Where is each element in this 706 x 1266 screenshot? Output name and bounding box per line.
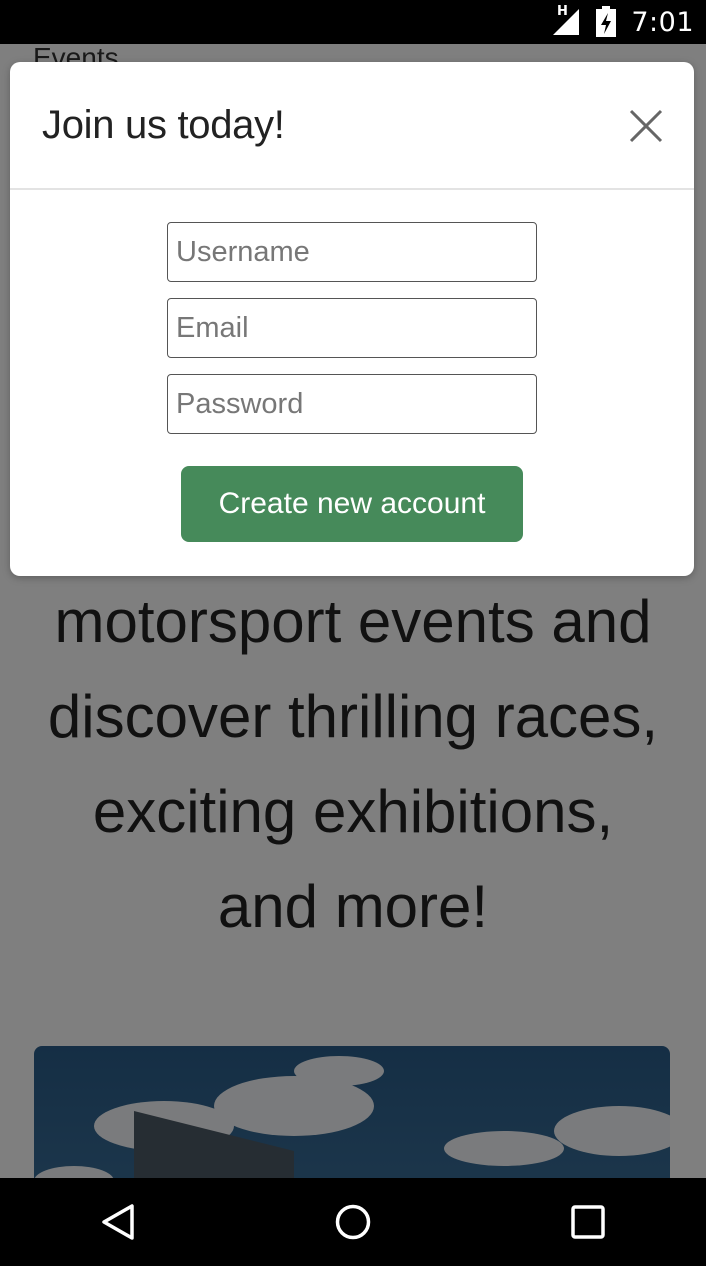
recents-icon xyxy=(571,1205,606,1239)
recents-button[interactable] xyxy=(558,1192,618,1252)
modal-body: Create new account xyxy=(10,190,694,574)
status-bar: H 7:01 xyxy=(0,0,706,44)
password-input[interactable] xyxy=(167,374,537,434)
navigation-bar xyxy=(0,1178,706,1266)
username-input[interactable] xyxy=(167,222,537,282)
clock: 7:01 xyxy=(631,6,694,38)
create-account-button[interactable]: Create new account xyxy=(181,466,523,542)
back-button[interactable] xyxy=(88,1192,148,1252)
network-type: H xyxy=(557,4,568,19)
email-input[interactable] xyxy=(167,298,537,358)
close-button[interactable] xyxy=(628,108,664,144)
close-icon xyxy=(629,109,663,143)
signup-modal: Join us today! Create new account xyxy=(10,62,694,576)
modal-title: Join us today! xyxy=(42,102,285,147)
modal-header: Join us today! xyxy=(10,62,694,190)
home-button[interactable] xyxy=(323,1192,383,1252)
home-icon xyxy=(335,1204,371,1240)
battery-charging-icon xyxy=(595,6,617,38)
back-icon xyxy=(101,1204,134,1240)
